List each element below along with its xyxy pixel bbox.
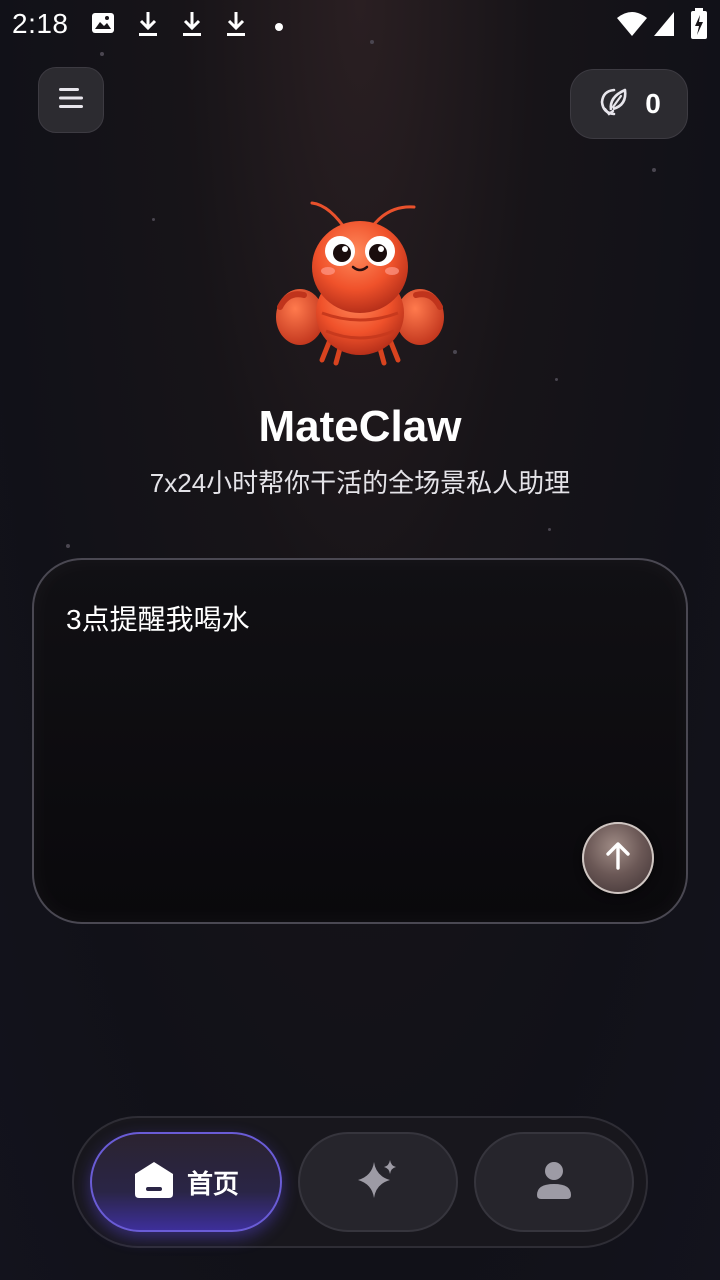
wifi-icon: [616, 10, 648, 43]
app-title: MateClaw: [258, 402, 462, 451]
credit-balance-button[interactable]: 0: [570, 69, 688, 139]
home-icon: [133, 1160, 175, 1205]
signal-icon: [652, 10, 676, 43]
prompt-input-text[interactable]: 3点提醒我喝水: [66, 598, 250, 638]
background-star: [100, 52, 104, 56]
nav-tab-home-label: 首页: [186, 1168, 239, 1199]
background-star: [555, 378, 558, 381]
prompt-input-card[interactable]: 3点提醒我喝水: [32, 558, 688, 924]
credit-count: 0: [645, 88, 661, 119]
bottom-navigation: 首页: [72, 1116, 648, 1248]
crayfish-mascot-image: [270, 195, 450, 375]
image-icon: [90, 10, 116, 41]
person-icon: [534, 1159, 574, 1206]
background-star: [652, 168, 656, 172]
background-star: [66, 544, 70, 548]
background-star: [152, 218, 155, 221]
nav-tab-ai[interactable]: [298, 1132, 458, 1232]
dot-icon: [274, 19, 284, 37]
nav-tab-profile[interactable]: [474, 1132, 634, 1232]
background-star: [548, 528, 551, 531]
arrow-up-icon: [601, 839, 635, 878]
download-icon: [135, 10, 161, 43]
app-subtitle: 7x24小时帮你干活的全场景私人助理: [149, 468, 571, 498]
status-bar: 2:18: [0, 0, 720, 50]
menu-button[interactable]: [38, 67, 104, 133]
background-star: [453, 350, 457, 354]
leaf-coin-icon: [597, 85, 631, 124]
nav-tab-home[interactable]: 首页: [90, 1132, 282, 1232]
send-button[interactable]: [582, 822, 654, 894]
battery-charging-icon: [690, 8, 708, 45]
status-time: 2:18: [12, 8, 69, 39]
menu-icon: [57, 86, 85, 115]
download-icon: [223, 10, 249, 43]
download-icon: [179, 10, 205, 43]
sparkle-icon: [356, 1158, 400, 1207]
